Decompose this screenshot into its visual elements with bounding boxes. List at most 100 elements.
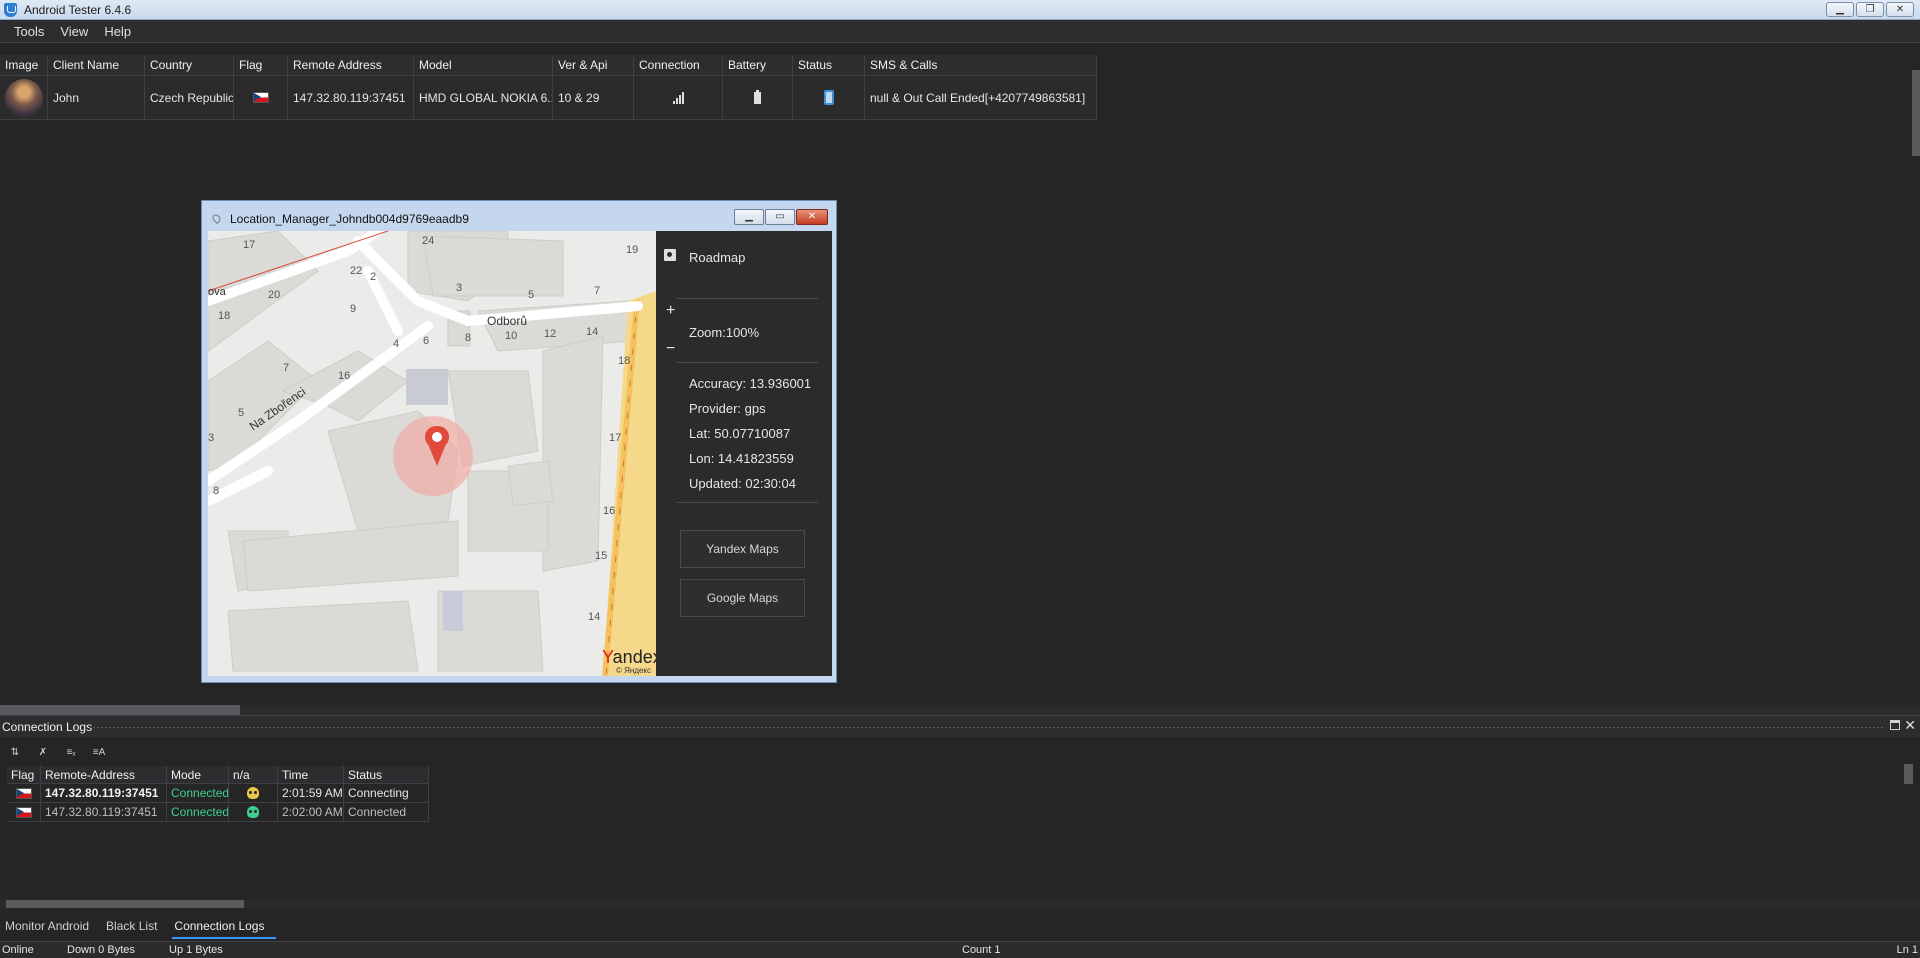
restore-button[interactable]: ❐ — [1856, 2, 1884, 17]
col-flag[interactable]: Flag — [234, 55, 288, 76]
avatar — [5, 78, 43, 117]
client-connection-cell — [634, 76, 723, 120]
svg-text:5: 5 — [238, 407, 244, 419]
client-flag-cell — [234, 76, 288, 120]
zoom-in-button[interactable]: + — [666, 303, 675, 319]
location-maximize-button[interactable]: ▭ — [765, 209, 795, 225]
minimize-icon: ▁ — [1836, 3, 1844, 15]
svg-text:4: 4 — [393, 338, 399, 350]
tab-monitor-android[interactable]: Monitor Android — [0, 915, 101, 939]
status-line: Ln 1 — [1896, 944, 1918, 956]
yandex-logo: Yandex — [602, 647, 656, 667]
col-country[interactable]: Country — [145, 55, 234, 76]
scrollbar-thumb[interactable] — [6, 900, 244, 908]
maximize-icon: ▭ — [775, 211, 785, 222]
phone-icon — [823, 90, 834, 105]
flag-cz-icon — [15, 806, 32, 818]
tab-connection-logs[interactable]: Connection Logs — [169, 915, 277, 939]
svg-text:18: 18 — [218, 310, 230, 322]
font-icon[interactable]: ≡A — [90, 746, 108, 760]
main-horizontal-scrollbar[interactable] — [0, 705, 1920, 715]
logs-panel-title: Connection Logs — [2, 720, 93, 734]
street-label-partial: ova — [208, 286, 227, 298]
client-remote-address: 147.32.80.119:37451 — [288, 76, 414, 120]
main-vertical-scrollbar[interactable] — [1912, 70, 1920, 156]
col-battery[interactable]: Battery — [723, 55, 793, 76]
client-image-cell — [0, 76, 48, 120]
svg-text:22: 22 — [350, 265, 362, 277]
location-minimize-button[interactable]: ▁ — [734, 209, 764, 225]
col-ver-api[interactable]: Ver & Api — [553, 55, 634, 76]
flag-cz-icon — [15, 787, 32, 799]
yandex-maps-button[interactable]: Yandex Maps — [680, 530, 805, 568]
provider-label: Provider: gps — [689, 401, 766, 416]
svg-text:16: 16 — [603, 505, 615, 517]
col-flag[interactable]: Flag — [7, 766, 41, 784]
svg-text:6: 6 — [423, 335, 429, 347]
col-mode[interactable]: Mode — [167, 766, 229, 784]
separator — [676, 362, 818, 363]
col-image[interactable]: Image — [0, 55, 48, 76]
log-time: 2:02:00 AM — [278, 803, 344, 822]
col-remote-address[interactable]: Remote-Address — [41, 766, 167, 784]
zoom-label: Zoom:100% — [689, 325, 760, 340]
street-label-odboru: Odborů — [487, 314, 527, 328]
svg-text:17: 17 — [609, 432, 621, 444]
menu-view[interactable]: View — [52, 24, 96, 39]
map-canvas: Yandex © Яндекс Odborů Na Zbořenci ova 1… — [208, 231, 656, 676]
separator — [676, 298, 818, 299]
map-layer-icon[interactable] — [664, 249, 676, 261]
google-maps-button[interactable]: Google Maps — [680, 579, 805, 617]
menu-help[interactable]: Help — [96, 24, 139, 39]
svg-text:10: 10 — [505, 330, 517, 342]
battery-icon — [754, 89, 761, 104]
col-status[interactable]: Status — [793, 55, 865, 76]
separator — [676, 502, 818, 503]
close-button[interactable]: ✕ — [1886, 2, 1914, 17]
client-country: Czech Republic — [145, 76, 234, 120]
clear-icon[interactable]: ✗ — [34, 746, 52, 760]
logs-vertical-scrollbar[interactable] — [1904, 764, 1913, 784]
col-na[interactable]: n/a — [229, 766, 278, 784]
app-shield-icon — [4, 3, 17, 17]
col-connection[interactable]: Connection — [634, 55, 723, 76]
dock-icon[interactable] — [1890, 720, 1900, 730]
svg-text:© Яндекс: © Яндекс — [616, 666, 651, 675]
menu-tools[interactable]: Tools — [6, 24, 52, 39]
log-status: Connected — [344, 803, 429, 822]
minimize-button[interactable]: ▁ — [1826, 2, 1854, 17]
log-status: Connecting — [344, 784, 429, 803]
logs-horizontal-scrollbar[interactable] — [0, 899, 1920, 909]
table-row[interactable]: 147.32.80.119:37451 Connected 2:02:00 AM… — [7, 803, 429, 822]
accuracy-label: Accuracy: 13.936001 — [689, 376, 812, 391]
logs-toolbar: ⇅ ✗ ≡ₓ ≡A — [6, 746, 108, 760]
log-time: 2:01:59 AM — [278, 784, 344, 803]
status-online: Online — [2, 944, 34, 956]
panel-grip[interactable] — [88, 726, 1884, 729]
skull-green-icon — [247, 806, 259, 818]
svg-text:7: 7 — [594, 285, 600, 297]
col-sms-calls[interactable]: SMS & Calls — [865, 55, 1097, 76]
client-battery-cell — [723, 76, 793, 120]
location-close-button[interactable]: ✕ — [796, 209, 828, 225]
map-view[interactable]: Yandex © Яндекс Odborů Na Zbořenci ova 1… — [208, 231, 656, 676]
zoom-out-button[interactable]: − — [666, 341, 675, 357]
scrollbar-thumb[interactable] — [0, 705, 240, 715]
status-bar: Online Down 0 Bytes Up 1 Bytes Count 1 L… — [0, 941, 1920, 958]
col-remote-address[interactable]: Remote Address — [288, 55, 414, 76]
table-row[interactable]: 147.32.80.119:37451 Connected 2:01:59 AM… — [7, 784, 429, 803]
client-row[interactable]: John Czech Republic 147.32.80.119:37451 … — [0, 76, 1097, 120]
log-flag-cell — [7, 784, 41, 803]
sort-icon[interactable]: ⇅ — [6, 746, 24, 760]
signal-icon — [672, 91, 684, 104]
col-status[interactable]: Status — [344, 766, 429, 784]
col-client-name[interactable]: Client Name — [48, 55, 145, 76]
close-icon[interactable]: ✕ — [1904, 718, 1916, 732]
map-type-label[interactable]: Roadmap — [689, 250, 745, 265]
log-remote-address: 147.32.80.119:37451 — [41, 784, 167, 803]
col-time[interactable]: Time — [278, 766, 344, 784]
remove-icon[interactable]: ≡ₓ — [62, 746, 80, 760]
svg-text:15: 15 — [595, 550, 607, 562]
tab-black-list[interactable]: Black List — [101, 915, 169, 939]
col-model[interactable]: Model — [414, 55, 553, 76]
